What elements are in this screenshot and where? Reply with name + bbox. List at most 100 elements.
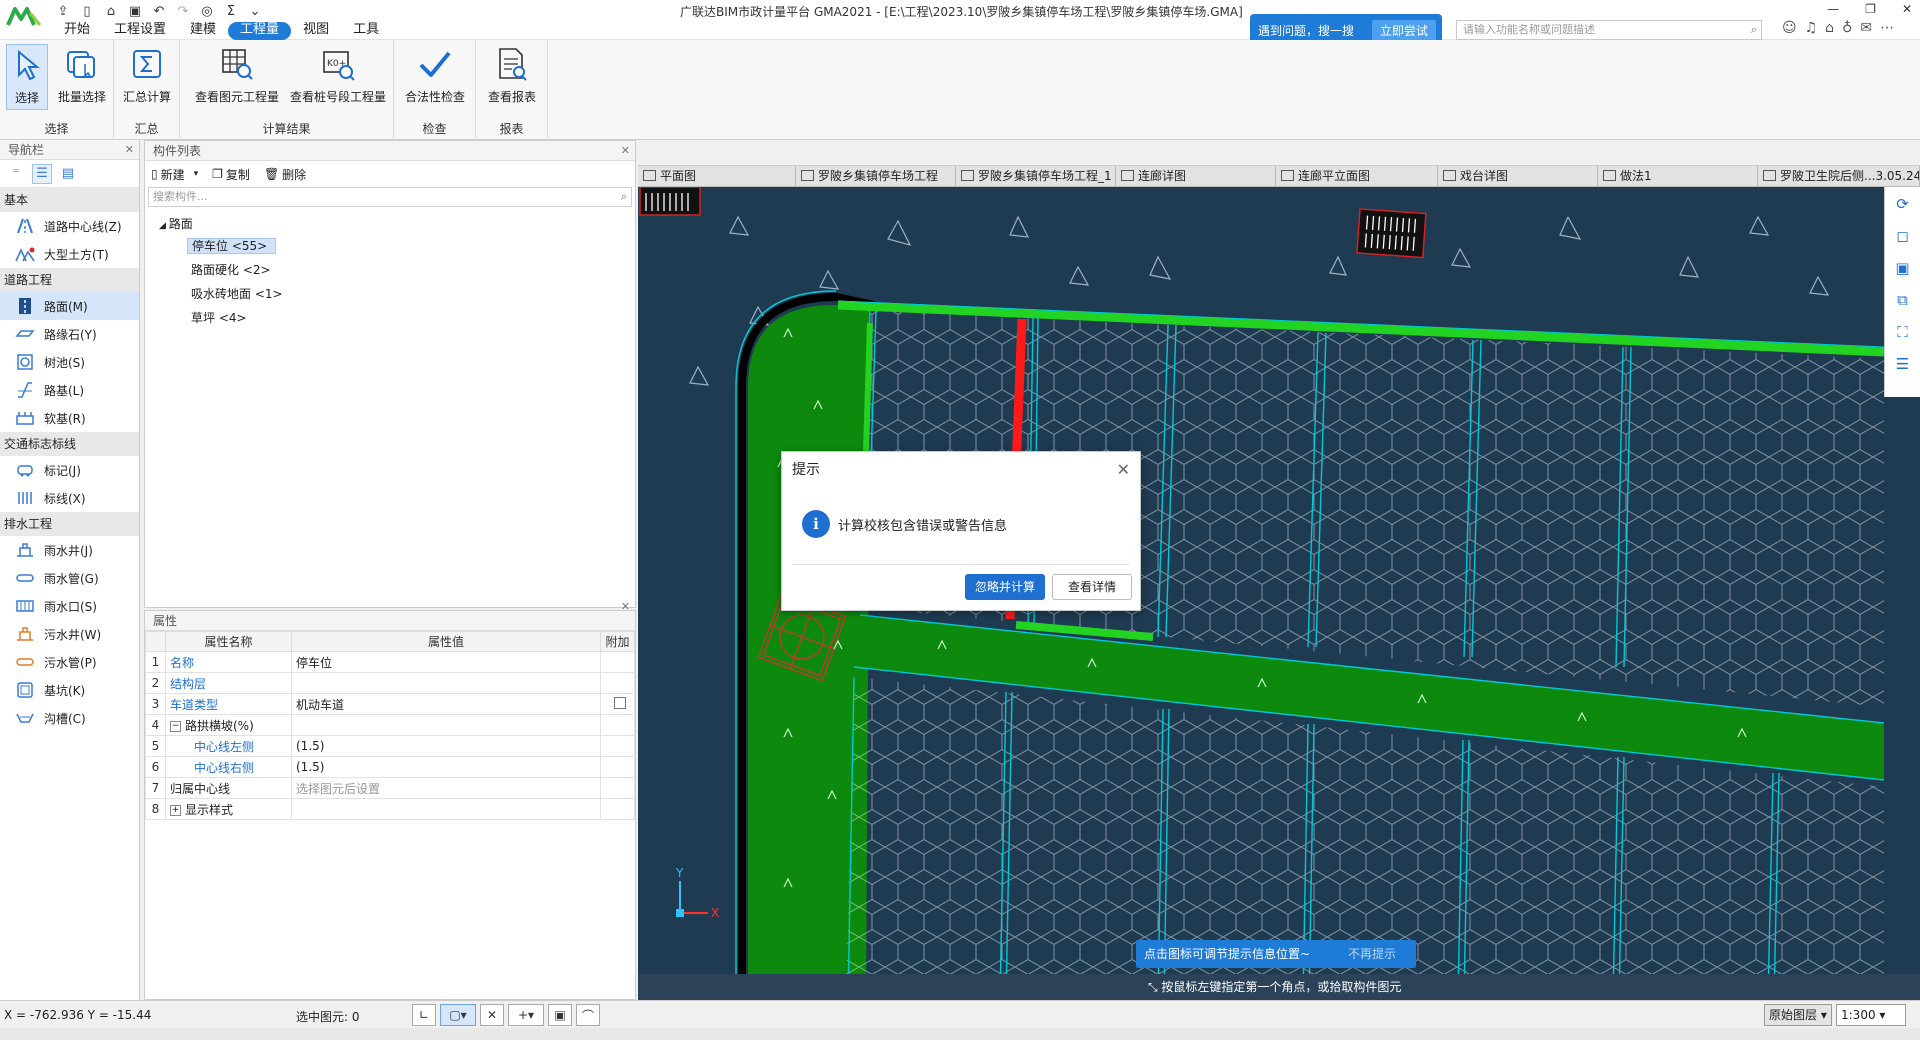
tab-corridor-elevation[interactable]: 连廊平立面图: [1276, 166, 1438, 187]
table-row[interactable]: 4 − 路拱横坡(%): [145, 714, 635, 736]
table-row[interactable]: 1 名称 停车位: [145, 651, 635, 673]
tab-plan[interactable]: 平面图: [638, 166, 796, 187]
open-folder-icon[interactable]: ⌂: [102, 2, 120, 20]
tab-stage-detail[interactable]: 戏台详图: [1438, 166, 1598, 187]
table-row[interactable]: 2 结构层: [145, 672, 635, 694]
close-button[interactable]: ✕: [1902, 2, 1912, 16]
nav-item-pavement[interactable]: 路面(M): [0, 292, 139, 320]
save-icon[interactable]: ▣: [126, 2, 144, 20]
feature-search-input[interactable]: 请输入功能名称或问题描述 ⌕: [1456, 20, 1762, 40]
sum-icon[interactable]: Σ: [222, 2, 240, 20]
tree-root[interactable]: ◢ 路面: [145, 213, 635, 235]
minimize-button[interactable]: —: [1827, 2, 1839, 16]
collapse-box-icon[interactable]: −: [170, 720, 181, 732]
layer-view-icon[interactable]: ▣: [1895, 259, 1909, 277]
close-icon[interactable]: ✕: [125, 140, 134, 160]
view-report-button[interactable]: 查看报表: [486, 44, 538, 105]
nav-item-marking[interactable]: 标记(J): [0, 456, 139, 484]
redo-icon[interactable]: ↷: [174, 2, 192, 20]
nav-item-soft-base[interactable]: 软基(R): [0, 404, 139, 432]
sync-icon[interactable]: ◎: [198, 2, 216, 20]
nav-item-rain-pipe[interactable]: 雨水管(G): [0, 564, 139, 592]
dont-show-again-link[interactable]: 不再提示: [1348, 940, 1396, 968]
fullscreen-icon[interactable]: ⛶: [1897, 323, 1908, 341]
nav-item-earthwork[interactable]: 大型土方(T): [0, 240, 139, 268]
collapse-icon[interactable]: ⁼: [6, 164, 26, 184]
menu-modeling[interactable]: 建模: [178, 22, 228, 40]
tab-corridor-detail[interactable]: 连廊详图: [1116, 166, 1276, 187]
dynamic-input-icon[interactable]: ▣: [548, 1004, 572, 1026]
view-details-button[interactable]: 查看详情: [1052, 574, 1132, 600]
upload-icon[interactable]: ⇪: [54, 2, 72, 20]
try-now-button[interactable]: 立即尝试: [1372, 19, 1437, 41]
nav-category-road[interactable]: 道路工程: [0, 268, 139, 292]
nav-item-foundation-pit[interactable]: 基坑(K): [0, 676, 139, 704]
nav-item-curb[interactable]: 路缘石(Y): [0, 320, 139, 348]
nav-category-drainage[interactable]: 排水工程: [0, 512, 139, 536]
view-element-quantity-button[interactable]: 查看图元工程量: [192, 44, 282, 105]
nav-item-line[interactable]: 标线(X): [0, 484, 139, 512]
list-view-icon[interactable]: ☰: [32, 163, 52, 184]
snap-box-icon[interactable]: ▢▾: [440, 1004, 476, 1026]
nav-category-basic[interactable]: 基本: [0, 188, 139, 212]
nav-item-sewage-pipe[interactable]: 污水管(P): [0, 648, 139, 676]
restore-button[interactable]: ❐: [1865, 2, 1876, 16]
name-value[interactable]: 停车位: [291, 651, 601, 673]
bulb-icon[interactable]: ♁: [1842, 20, 1852, 36]
extra-checkbox[interactable]: [613, 696, 626, 709]
menu-quantities[interactable]: 工程量: [228, 22, 292, 40]
headset-icon[interactable]: ♫: [1805, 20, 1818, 36]
chevron-down-icon[interactable]: ▾: [194, 169, 199, 179]
dialog-close-icon[interactable]: ✕: [1117, 452, 1130, 488]
menu-start[interactable]: 开始: [52, 22, 102, 40]
nav-item-trench[interactable]: 沟槽(C): [0, 704, 139, 732]
chat-icon[interactable]: ✉: [1860, 20, 1872, 36]
table-row[interactable]: 8 + 显示样式: [145, 798, 635, 820]
arc-snap-icon[interactable]: ⌒: [576, 1004, 600, 1026]
tab-clinic[interactable]: 罗陂卫生院后侧...3.05.24: [1758, 166, 1920, 187]
close-icon[interactable]: ✕: [621, 141, 630, 161]
nav-item-rain-well[interactable]: 雨水井(J): [0, 536, 139, 564]
legality-check-button[interactable]: 合法性检查: [404, 44, 466, 105]
tab-project[interactable]: 罗陂乡集镇停车场工程: [796, 166, 956, 187]
scale-select[interactable]: 1:300 ▾: [1836, 1004, 1906, 1026]
table-row[interactable]: 7 归属中心线 选择图元后设置: [145, 777, 635, 799]
nav-item-rain-inlet[interactable]: 雨水口(S): [0, 592, 139, 620]
expand-box-icon[interactable]: +: [170, 804, 181, 816]
insert-point-icon[interactable]: +▾: [508, 1004, 544, 1026]
menu-project-settings[interactable]: 工程设置: [102, 22, 178, 40]
ortho-icon[interactable]: ∟: [412, 1004, 436, 1026]
copy-component-button[interactable]: ❐ 复制: [212, 166, 250, 183]
tree-item[interactable]: 停车位 <55>: [145, 235, 635, 259]
customize-icon[interactable]: ⌄: [246, 2, 264, 20]
summary-calc-button[interactable]: 汇总计算: [120, 44, 174, 105]
close-icon[interactable]: ✕: [621, 597, 630, 617]
select-button[interactable]: 选择: [6, 44, 48, 110]
new-file-icon[interactable]: ▯: [78, 2, 96, 20]
tab-project-1[interactable]: 罗陂乡集镇停车场工程_1: [956, 166, 1116, 187]
shirt-icon[interactable]: ⌂: [1825, 20, 1834, 36]
search-icon[interactable]: ⌕: [621, 188, 627, 206]
split-view-icon[interactable]: ⧉: [1897, 291, 1908, 309]
new-component-button[interactable]: ▯ 新建 ▾: [151, 166, 198, 183]
menu-view[interactable]: 视图: [291, 22, 341, 40]
tab-method[interactable]: 做法1: [1598, 166, 1758, 187]
component-search-input[interactable]: 搜索构件... ⌕: [148, 187, 632, 207]
tree-item[interactable]: 吸水砖地面 <1>: [145, 283, 635, 307]
nav-item-tree-pit[interactable]: 树池(S): [0, 348, 139, 376]
batch-select-button[interactable]: 批量选择: [54, 44, 110, 105]
rotate-view-icon[interactable]: ⟳: [1896, 195, 1909, 213]
table-row[interactable]: 3 车道类型 机动车道: [145, 693, 635, 715]
ignore-and-calculate-button[interactable]: 忽略并计算: [965, 574, 1045, 600]
cross-snap-icon[interactable]: ✕: [480, 1004, 504, 1026]
nav-category-traffic[interactable]: 交通标志标线: [0, 432, 139, 456]
table-row[interactable]: 6 中心线右侧 (1.5): [145, 756, 635, 778]
expand-icon[interactable]: ◢: [159, 221, 169, 231]
user-icon[interactable]: ☺: [1782, 20, 1797, 36]
nav-item-subgrade[interactable]: 路基(L): [0, 376, 139, 404]
cube-view-icon[interactable]: ◻: [1896, 227, 1908, 245]
menu-tools[interactable]: 工具: [341, 22, 391, 40]
search-icon[interactable]: ⌕: [1751, 21, 1757, 39]
nav-item-sewage-well[interactable]: 污水井(W): [0, 620, 139, 648]
view-station-quantity-button[interactable]: K0+ 查看桩号段工程量: [286, 44, 390, 105]
